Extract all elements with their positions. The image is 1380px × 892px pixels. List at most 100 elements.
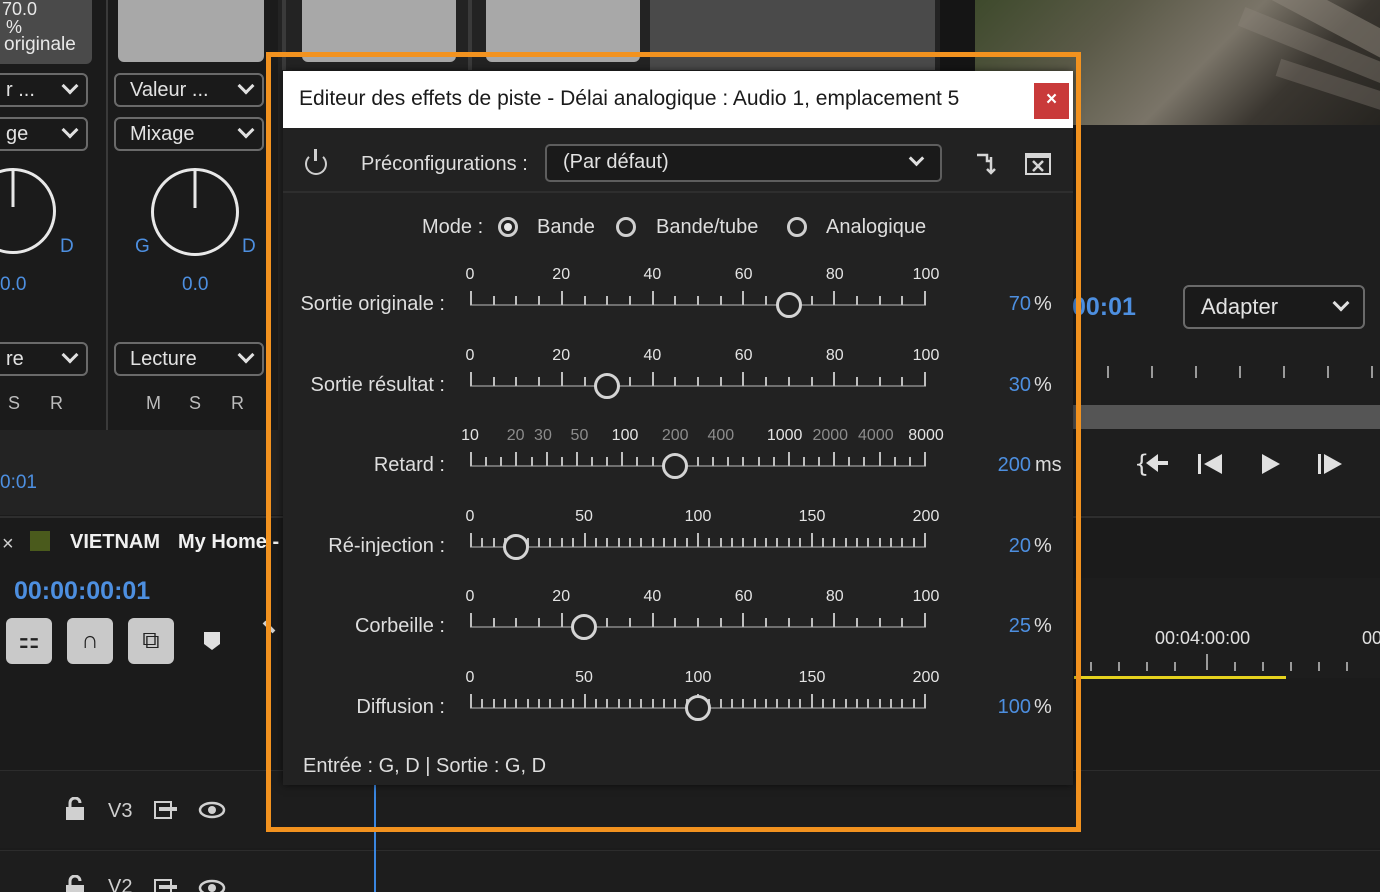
dialog-titlebar[interactable]: Editeur des effets de piste - Délai anal…: [283, 71, 1073, 128]
go-to-in-icon[interactable]: {: [1134, 448, 1168, 478]
param-value[interactable]: 30: [959, 374, 1031, 397]
automation-dropdown[interactable]: r ...: [0, 73, 88, 107]
param-slider[interactable]: [470, 365, 926, 399]
lock-icon[interactable]: [64, 797, 86, 821]
pan-value[interactable]: 0.0: [182, 274, 208, 296]
param-value[interactable]: 70: [959, 293, 1031, 316]
slider-tick: [924, 452, 926, 466]
sync-lock-icon[interactable]: [154, 878, 180, 892]
channel-divider: [282, 0, 286, 70]
param-slider[interactable]: [470, 445, 926, 479]
ruler-tick: [1318, 662, 1320, 671]
scale-label: 150: [798, 668, 826, 686]
play-icon[interactable]: [1260, 452, 1284, 476]
fit-dropdown[interactable]: Adapter: [1183, 285, 1365, 329]
param-value[interactable]: 25: [959, 615, 1031, 638]
magnet-icon[interactable]: ∩: [67, 618, 113, 664]
slider-tick: [901, 537, 904, 547]
track-label[interactable]: V3: [108, 800, 132, 823]
slider-thumb[interactable]: [662, 453, 689, 479]
preset-save-icon[interactable]: [975, 151, 1001, 177]
eye-icon[interactable]: [198, 800, 226, 820]
monitor-scrub-bar[interactable]: [1072, 405, 1380, 429]
slider-tick: [924, 291, 926, 305]
track-label[interactable]: V2: [108, 876, 132, 892]
slider-tick: [560, 613, 563, 627]
timeline-timecode[interactable]: 00:00:00:01: [14, 577, 150, 606]
mode-radio-bande[interactable]: [498, 217, 518, 237]
slider-thumb[interactable]: [571, 614, 597, 640]
slider-tick: [742, 291, 745, 305]
sync-lock-icon[interactable]: [154, 800, 180, 820]
param-slider[interactable]: [470, 526, 926, 560]
mode-option-label[interactable]: Bande/tube: [656, 216, 758, 239]
slider-tick: [742, 537, 745, 547]
record-button[interactable]: R: [50, 393, 63, 414]
effect-slot[interactable]: [302, 0, 456, 62]
mode-radio-bande-tube[interactable]: [616, 217, 636, 237]
slider-tick: [787, 618, 790, 627]
toolbar-divider: [283, 191, 1073, 193]
slider-tick: [833, 291, 836, 305]
mode-option-label[interactable]: Bande: [537, 216, 595, 239]
ruler-tick: [1234, 662, 1236, 671]
monitor-timecode[interactable]: 00:01: [1072, 293, 1136, 322]
step-forward-icon[interactable]: [1318, 452, 1346, 476]
param-value[interactable]: 20: [959, 535, 1031, 558]
param-value[interactable]: 100: [959, 696, 1031, 719]
work-area-bar[interactable]: [1074, 676, 1286, 679]
tab-vietnam[interactable]: VIETNAM: [70, 531, 160, 554]
slider-thumb[interactable]: [776, 292, 803, 318]
playhead-line[interactable]: [374, 785, 376, 892]
lock-icon[interactable]: [64, 875, 86, 892]
solo-button[interactable]: S: [189, 393, 201, 414]
param-slider[interactable]: [470, 284, 926, 318]
mix-dropdown[interactable]: ge: [0, 117, 88, 151]
pan-knob[interactable]: [151, 168, 239, 256]
slider-thumb[interactable]: [685, 694, 711, 721]
mute-button[interactable]: M: [146, 393, 161, 414]
param-slider[interactable]: [470, 687, 926, 721]
step-back-icon[interactable]: [1198, 452, 1226, 476]
pan-right-label: D: [242, 236, 256, 257]
solo-button[interactable]: S: [8, 393, 20, 414]
param-slider[interactable]: [470, 606, 926, 640]
param-unit: %: [1034, 373, 1052, 396]
slider-tick: [560, 537, 563, 547]
automation-dropdown[interactable]: Valeur ...: [114, 73, 264, 107]
close-button[interactable]: ×: [1034, 83, 1069, 119]
param-value[interactable]: 200: [959, 454, 1031, 477]
track-effect-editor-dialog: Editeur des effets de piste - Délai anal…: [283, 71, 1073, 785]
mode-option-label[interactable]: Analogique: [826, 216, 926, 239]
slider-thumb[interactable]: [502, 533, 529, 560]
close-tab-icon[interactable]: ×: [2, 533, 14, 556]
preset-dropdown[interactable]: (Par défaut): [545, 144, 942, 182]
mode-radio-analogique[interactable]: [787, 217, 807, 237]
slider-tick: [628, 296, 631, 305]
linked-selection-icon[interactable]: ⧉: [128, 618, 174, 664]
param-unit: %: [1034, 534, 1052, 557]
pan-right-label: D: [60, 236, 74, 257]
pan-value[interactable]: 0.0: [0, 274, 26, 296]
read-mode-dropdown[interactable]: re: [0, 342, 88, 376]
slider-tick: [772, 457, 775, 466]
slider-tick: [594, 537, 597, 547]
effect-slot[interactable]: [486, 0, 640, 62]
effect-slot[interactable]: [118, 0, 264, 62]
power-icon[interactable]: [305, 149, 327, 175]
slider-tick: [901, 698, 904, 708]
preset-value: (Par défaut): [563, 151, 669, 173]
tab-my-home[interactable]: My Home -: [178, 531, 279, 554]
slider-tick: [889, 698, 892, 708]
eye-icon[interactable]: [198, 878, 226, 892]
marker-icon[interactable]: [202, 630, 222, 652]
read-mode-dropdown[interactable]: Lecture: [114, 342, 264, 376]
snap-icon[interactable]: ⚏: [6, 618, 52, 664]
slider-thumb[interactable]: [593, 372, 620, 399]
ruler-tick: [1107, 366, 1109, 378]
scale-label: 80: [825, 346, 844, 364]
preset-delete-icon[interactable]: [1025, 153, 1051, 175]
slider-tick: [674, 376, 677, 386]
mix-dropdown[interactable]: Mixage: [114, 117, 264, 151]
record-button[interactable]: R: [231, 393, 244, 414]
